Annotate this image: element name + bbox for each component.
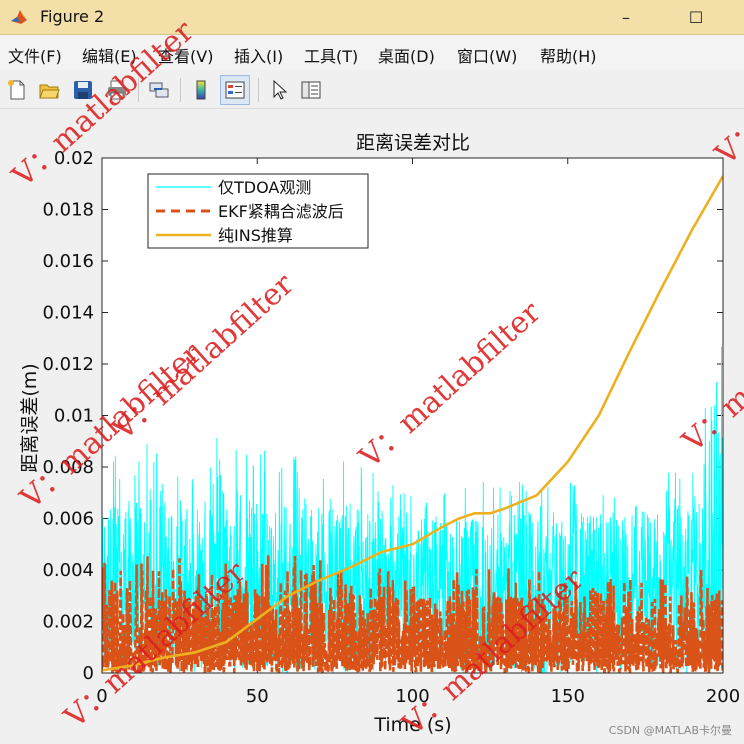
new-file-icon (8, 80, 25, 100)
y-tick-label: 0.014 (42, 303, 94, 324)
chart-svg: 0 50 100 150 200 0 0.002 0.004 0.006 0.008 0.01 0.0… (19, 132, 740, 736)
figure-toolbar (0, 72, 744, 109)
y-tick-label: 0.016 (42, 251, 94, 272)
toolbar-separator (180, 78, 181, 102)
legend-icon (225, 81, 245, 99)
menu-help[interactable]: 帮助(H) (540, 43, 597, 67)
save-icon (74, 81, 92, 99)
y-tick-label: 0.002 (42, 612, 94, 633)
credit-text: CSDN @MATLAB卡尔曼 (608, 724, 732, 737)
x-axis-label: Time (s) (373, 714, 451, 736)
link-plot-button[interactable] (144, 75, 174, 105)
menu-view[interactable]: 查看(V) (158, 43, 213, 67)
menu-desktop[interactable]: 桌面(D) (378, 43, 435, 67)
y-tick-label: 0.018 (42, 200, 94, 221)
insert-legend-button[interactable] (220, 75, 250, 105)
colorbar-icon (196, 80, 206, 100)
chart-title: 距离误差对比 (356, 132, 470, 154)
pointer-icon (273, 79, 288, 100)
menu-file[interactable]: 文件(F) (8, 43, 62, 67)
x-tick-label: 200 (706, 686, 740, 707)
x-tick-label: 0 (96, 686, 107, 707)
new-figure-button[interactable] (2, 75, 32, 105)
x-tick-label: 150 (551, 686, 585, 707)
window-title: Figure 2 (40, 7, 105, 26)
menu-window[interactable]: 窗口(W) (457, 43, 517, 67)
legend-label-ekf: EKF紧耦合滤波后 (218, 202, 344, 221)
x-tick-label: 100 (395, 686, 429, 707)
y-tick-label: 0.006 (42, 509, 94, 530)
save-button[interactable] (68, 75, 98, 105)
legend-label-ins: 纯INS推算 (218, 226, 293, 245)
print-button[interactable] (102, 75, 132, 105)
print-icon (108, 80, 126, 100)
minimize-icon: – (622, 7, 630, 27)
menu-bar: 文件(F) 编辑(E) 查看(V) 插入(I) 工具(T) 桌面(D) 窗口(W… (0, 36, 744, 70)
menu-edit[interactable]: 编辑(E) (82, 43, 137, 67)
legend[interactable]: 仅TDOA观测 EKF紧耦合滤波后 纯INS推算 (147, 173, 369, 249)
y-tick-label: 0.004 (42, 560, 94, 581)
property-inspector-button[interactable] (296, 75, 326, 105)
property-inspector-icon (301, 81, 321, 99)
y-axis-label: 距离误差(m) (19, 363, 41, 472)
y-tick-label: 0 (83, 663, 94, 684)
maximize-button[interactable]: ☐ (674, 2, 718, 32)
minimize-button[interactable]: – (604, 2, 648, 32)
edit-plot-button[interactable] (264, 75, 294, 105)
legend-label-tdoa: 仅TDOA观测 (218, 178, 311, 197)
window-title-bar: Figure 2 – ☐ (0, 0, 744, 35)
maximize-icon: ☐ (688, 7, 704, 27)
y-tick-label: 0.008 (42, 457, 94, 478)
open-file-button[interactable] (34, 75, 64, 105)
toolbar-separator (258, 78, 259, 102)
link-icon (149, 82, 169, 98)
menu-tools[interactable]: 工具(T) (304, 43, 358, 67)
y-tick-label: 0.012 (42, 354, 94, 375)
x-tick-label: 50 (246, 686, 269, 707)
toolbar-separator (138, 78, 139, 102)
y-tick-label: 0.01 (54, 406, 94, 427)
y-tick-label: 0.02 (54, 148, 94, 169)
menu-insert[interactable]: 插入(I) (234, 43, 283, 67)
open-folder-icon (39, 84, 60, 99)
insert-colorbar-button[interactable] (186, 75, 216, 105)
matlab-logo-icon (11, 10, 27, 24)
